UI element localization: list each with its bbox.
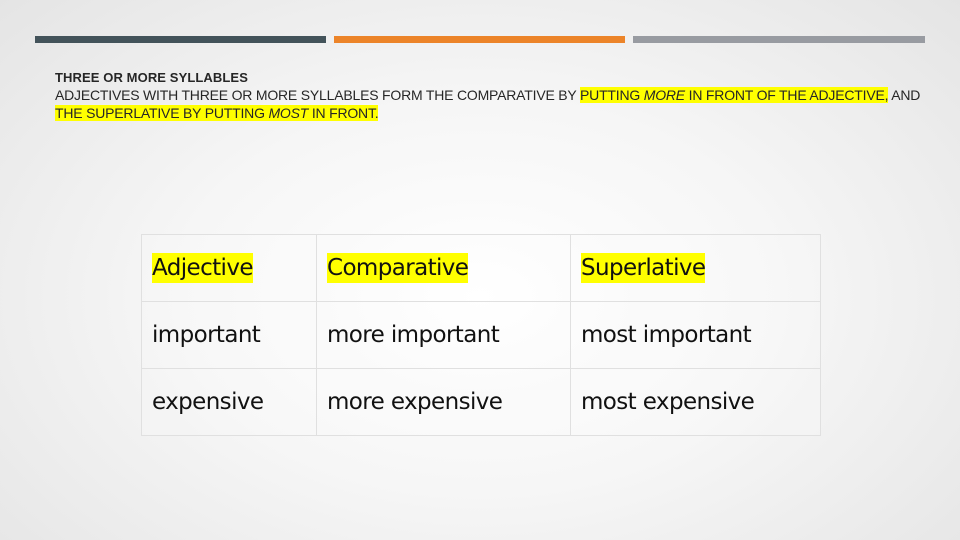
header-cell: Comparative bbox=[316, 234, 571, 302]
header-adjective: Adjective bbox=[152, 253, 253, 283]
adjective-comparison-table: Adjective Comparative Superlative import… bbox=[141, 234, 821, 436]
table-cell: more important bbox=[316, 301, 571, 369]
slide-heading: THREE OR MORE SYLLABLES bbox=[55, 70, 248, 85]
highlight-text-part: PUTTING bbox=[580, 87, 644, 103]
highlight-text-part: THE SUPERLATIVE BY PUTTING bbox=[55, 105, 269, 121]
header-superlative: Superlative bbox=[581, 253, 706, 283]
header-cell: Adjective bbox=[141, 234, 317, 302]
highlight-text-part: IN FRONT. bbox=[308, 105, 379, 121]
slide-body-text: ADJECTIVES WITH THREE OR MORE SYLLABLES … bbox=[55, 86, 935, 122]
table-cell: more expensive bbox=[316, 368, 571, 436]
table-cell: important bbox=[141, 301, 317, 369]
decorative-bar-gray bbox=[633, 36, 925, 43]
header-cell: Superlative bbox=[570, 234, 821, 302]
body-text-part: ADJECTIVES WITH THREE OR MORE SYLLABLES … bbox=[55, 87, 581, 103]
italic-emphasis: MOST bbox=[268, 105, 309, 121]
header-comparative: Comparative bbox=[327, 253, 469, 283]
italic-emphasis: MORE bbox=[643, 87, 685, 103]
table-row: important more important most important bbox=[141, 301, 821, 369]
table-row: expensive more expensive most expensive bbox=[141, 368, 821, 436]
table-cell: most important bbox=[570, 301, 821, 369]
highlighted-text: PUTTING MORE IN FRONT OF THE ADJECTIVE, bbox=[580, 87, 888, 103]
decorative-bar-slate bbox=[35, 36, 326, 43]
body-text-part: AND bbox=[888, 87, 921, 103]
highlight-text-part: IN FRONT OF THE ADJECTIVE, bbox=[684, 87, 889, 103]
decorative-bar-orange bbox=[334, 36, 625, 43]
table-header-row: Adjective Comparative Superlative bbox=[141, 234, 821, 302]
highlighted-text: THE SUPERLATIVE BY PUTTING MOST IN FRONT… bbox=[55, 105, 379, 121]
table-cell: most expensive bbox=[570, 368, 821, 436]
table-cell: expensive bbox=[141, 368, 317, 436]
